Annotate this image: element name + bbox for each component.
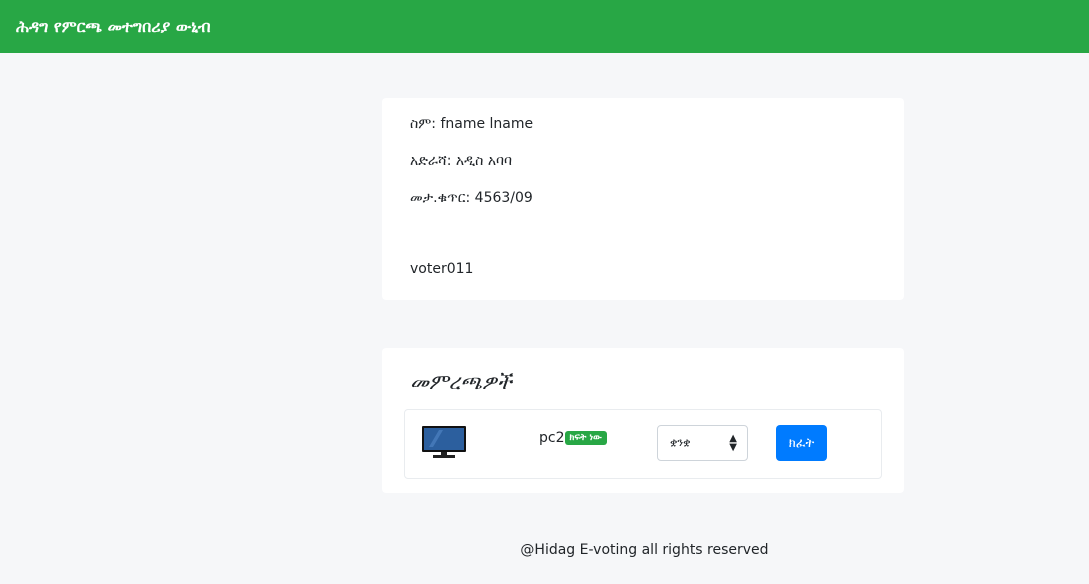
footer-text: @Hidag E-voting all rights reserved bbox=[520, 542, 769, 558]
elections-card: መምረጫዎች pc2 ክፍት ነው ቋንቋ ▲ ▼ ክፈት bbox=[382, 348, 904, 493]
profile-username: voter011 bbox=[410, 261, 474, 277]
election-name: pc2 ክፍት ነው bbox=[539, 430, 607, 446]
language-select[interactable]: ቋንቋ ▲ ▼ bbox=[657, 425, 748, 461]
select-arrows-icon: ▲ ▼ bbox=[729, 433, 737, 453]
profile-address: አድራሻ: አዲስ አባባ bbox=[410, 153, 513, 169]
status-badge: ክፍት ነው bbox=[564, 431, 607, 445]
election-row: pc2 ክፍት ነው ቋንቋ ▲ ▼ ክፈት bbox=[404, 409, 882, 479]
app-title[interactable]: ሕዳግ የምርጫ መተግበሪያ ውኒብ bbox=[16, 17, 211, 37]
profile-name: ስም: fname lname bbox=[410, 116, 534, 132]
monitor-icon bbox=[422, 426, 466, 458]
profile-card: ስም: fname lname አድራሻ: አዲስ አባባ መታ.ቁጥር: 45… bbox=[382, 98, 904, 300]
open-election-button[interactable]: ክፈት bbox=[776, 425, 827, 461]
navbar: ሕዳግ የምርጫ መተግበሪያ ውኒብ bbox=[0, 0, 1089, 53]
elections-heading: መምረጫዎች bbox=[410, 370, 512, 394]
profile-id: መታ.ቁጥር: 4563/09 bbox=[410, 190, 533, 206]
